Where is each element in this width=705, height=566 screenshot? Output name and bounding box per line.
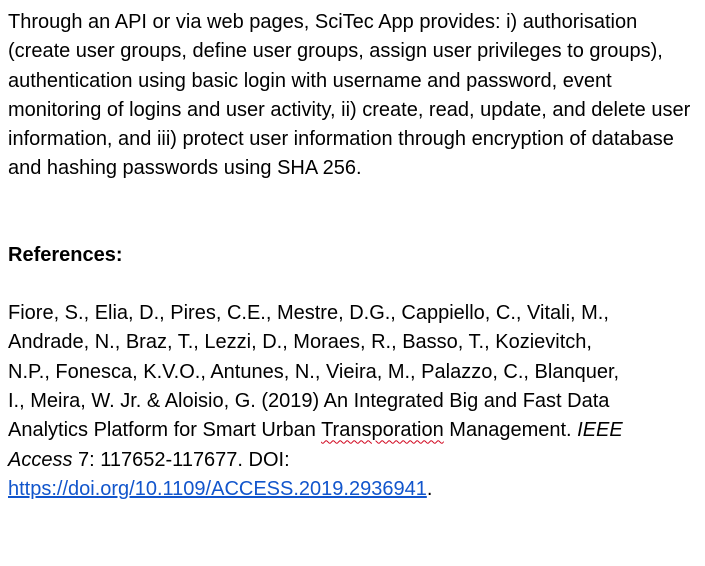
reference-line-6: Access 7: 117652-117677. DOI:	[8, 446, 698, 475]
journal-name-part-2: Access	[8, 448, 73, 471]
journal-name-part-1: IEEE	[577, 419, 623, 442]
intro-paragraph: Through an API or via web pages, SciTec …	[8, 11, 691, 180]
reference-title-end: Analytics Platform for Smart Urban	[8, 419, 322, 442]
trailing-period: .	[426, 477, 433, 500]
document-page: Through an API or via web pages, SciTec …	[0, 0, 705, 566]
reference-line-7: https://doi.org/10.1109/ACCESS.2019.2936…	[8, 475, 698, 504]
reference-line-1: Fiore, S., Elia, D., Pires, C.E., Mestre…	[8, 302, 609, 325]
reference-line-2: Andrade, N., Braz, T., Lezzi, D., Moraes…	[8, 331, 592, 354]
reference-title-tail: Management.	[443, 419, 578, 442]
references-heading: References:	[8, 243, 123, 266]
doi-link[interactable]: https://doi.org/10.1109/ACCESS.2019.2936…	[8, 478, 427, 500]
reference-line-4: I., Meira, W. Jr. & Aloisio, G. (2019) A…	[8, 389, 610, 412]
reference-line-3: N.P., Fonesca, K.V.O., Antunes, N., Viei…	[8, 360, 620, 383]
volume-pages: 7: 117652-117677. DOI:	[72, 448, 290, 471]
reference-line-5: Analytics Platform for Smart Urban Trans…	[8, 416, 698, 445]
misspelled-word[interactable]: Transporation	[321, 419, 444, 441]
reference-entry: Fiore, S., Elia, D., Pires, C.E., Mestre…	[8, 299, 698, 504]
